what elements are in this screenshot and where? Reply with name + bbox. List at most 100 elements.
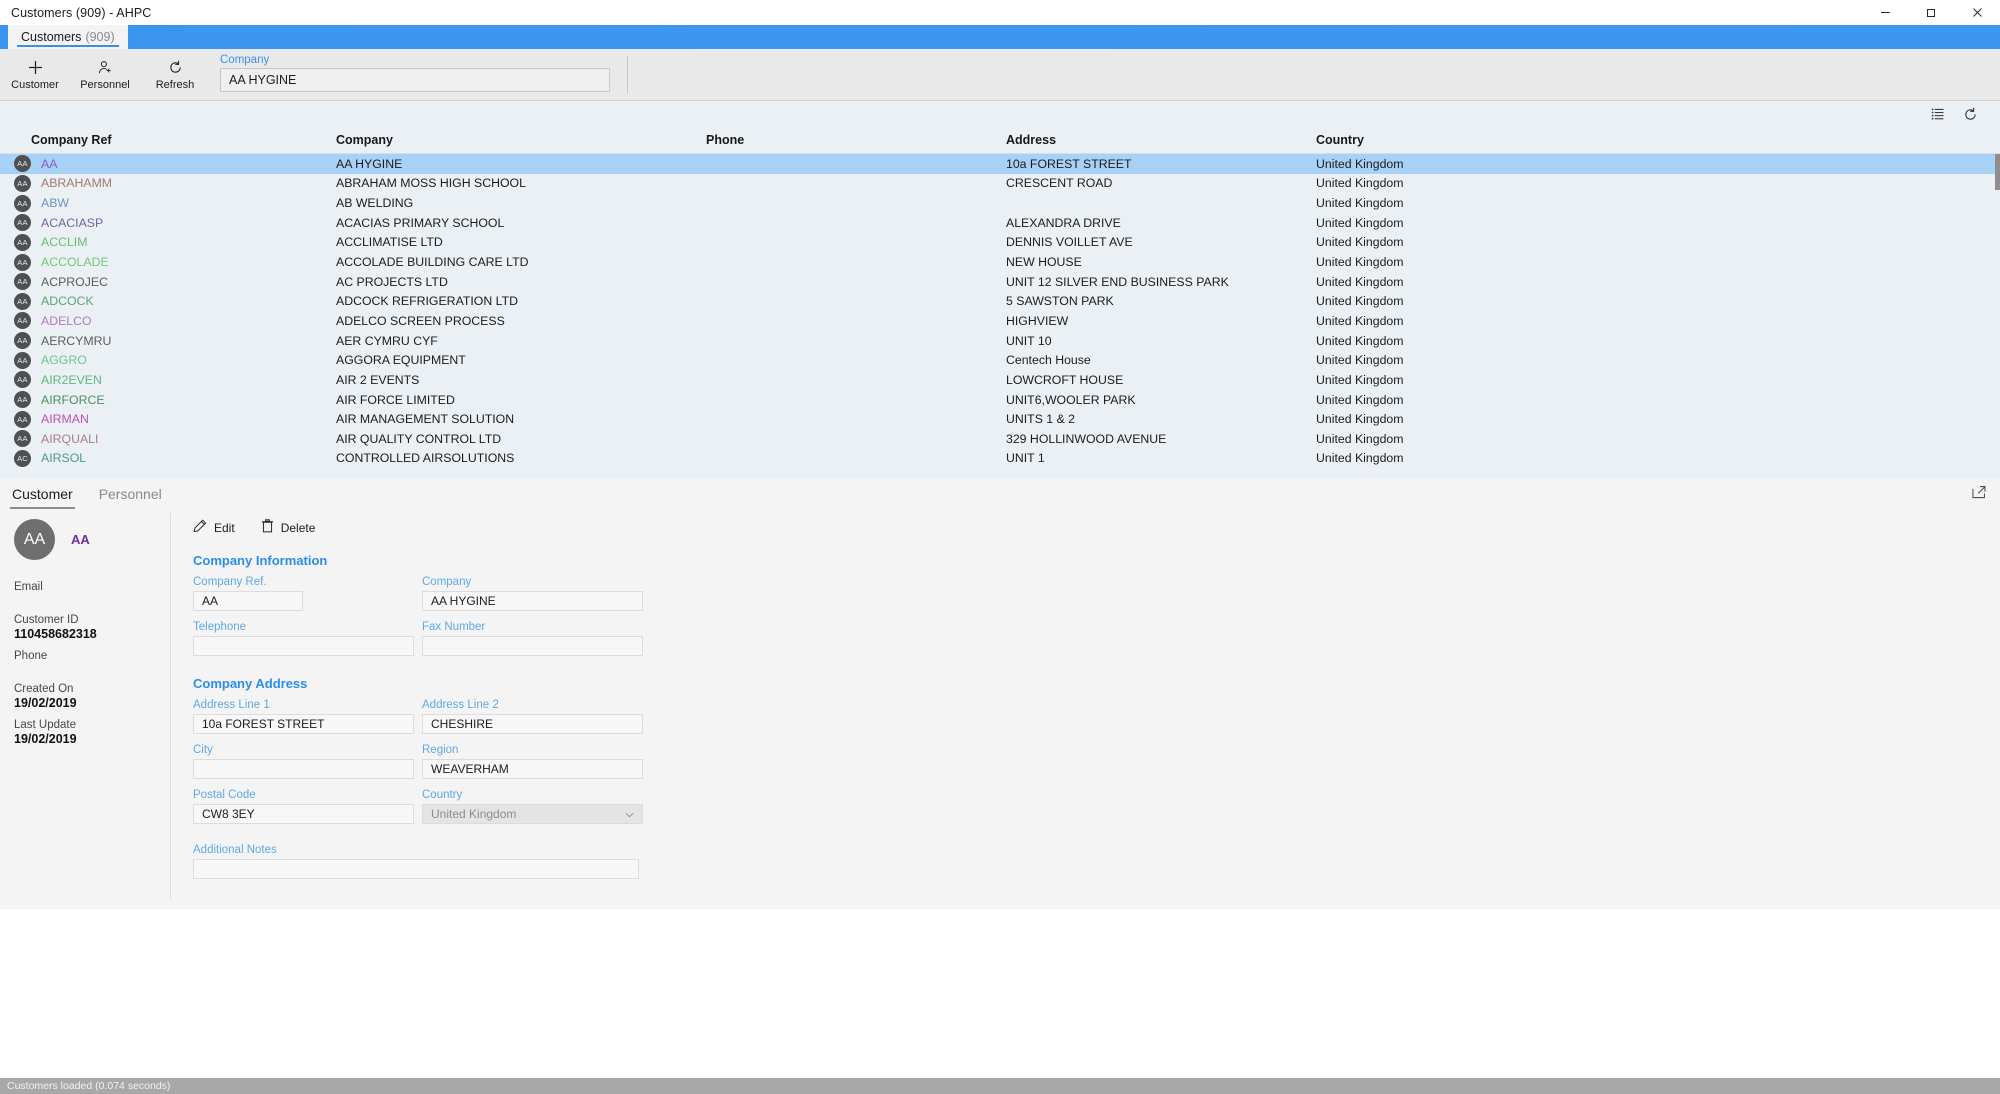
maximize-button[interactable] <box>1908 0 1954 25</box>
column-header-phone[interactable]: Phone <box>706 133 1006 147</box>
table-row[interactable]: AA ABW AB WELDING United Kingdom <box>0 193 2000 213</box>
add-customer-button[interactable]: Customer <box>0 49 70 100</box>
cell-company-ref: AA AIR2EVEN <box>0 371 336 389</box>
country-select-value: United Kingdom <box>431 807 517 821</box>
delete-button[interactable]: Delete <box>261 519 315 536</box>
tab-customers[interactable]: Customers (909) <box>8 25 128 49</box>
cell-address: 329 HOLLINWOOD AVENUE <box>1006 431 1167 446</box>
city-input[interactable] <box>193 759 414 779</box>
region-label: Region <box>422 744 459 756</box>
cell-company-ref: AA ADELCO <box>0 312 336 330</box>
cell-country: United Kingdom <box>1316 274 1404 289</box>
popout-icon[interactable] <box>1972 486 1986 504</box>
search-label: Company <box>220 54 270 66</box>
cell-company: AC PROJECTS LTD <box>336 274 448 289</box>
row-avatar: AA <box>14 233 31 251</box>
company-input[interactable]: AA HYGINE <box>422 591 643 611</box>
cell-company-ref: AA AIRFORCE <box>0 391 336 408</box>
table-row[interactable]: AA AIRFORCE AIR FORCE LIMITED UNIT6,WOOLER … <box>0 390 2000 410</box>
title-bar: Customers (909) - AHPC <box>0 0 2000 25</box>
company-ref-input[interactable]: AA <box>193 591 303 611</box>
address-line-1-input[interactable]: 10a FOREST STREET <box>193 714 414 734</box>
cell-company: AIR FORCE LIMITED <box>336 392 455 407</box>
cell-company-ref-text: AIRFORCE <box>41 392 105 407</box>
address-line-2-input[interactable]: CHESHIRE <box>422 714 643 734</box>
cell-address: Centech House <box>1006 353 1091 368</box>
table-row[interactable]: AA ACCOLADE ACCOLADE BUILDING CARE LTD NEW … <box>0 252 2000 272</box>
telephone-input[interactable] <box>193 636 414 656</box>
cell-company-ref: AA ABW <box>0 194 336 212</box>
field-company: Company AA HYGINE <box>422 576 643 611</box>
window-title: Customers (909) - AHPC <box>11 5 152 20</box>
grid-scrollbar[interactable] <box>1995 154 2000 479</box>
column-header-address[interactable]: Address <box>1006 133 1316 147</box>
cell-company-ref: AA ACCOLADE <box>0 253 336 271</box>
table-row[interactable]: AA ACCLIM ACCLIMATISE LTD DENNIS VOILLET AV… <box>0 233 2000 253</box>
table-row[interactable]: AA AGGRO AGGORA EQUIPMENT Centech House Unit… <box>0 350 2000 370</box>
row-avatar: AA <box>14 371 31 389</box>
form-action-bar: Edit Delete <box>193 519 2000 536</box>
meta-customer-id-label: Customer ID <box>14 614 79 626</box>
region-input[interactable]: WEAVERHAM <box>422 759 643 779</box>
cell-country: United Kingdom <box>1316 451 1404 466</box>
detail-pane: Customer Personnel AA AA Email Customer … <box>0 479 2000 909</box>
table-row[interactable]: AA ACACIASP ACACIAS PRIMARY SCHOOL ALEXANDR… <box>0 213 2000 233</box>
edit-button[interactable]: Edit <box>193 519 235 536</box>
column-header-country[interactable]: Country <box>1316 133 1616 147</box>
cell-company-ref-text: ADCOCK <box>41 294 94 309</box>
table-row[interactable]: AA AERCYMRU AER CYMRU CYF UNIT 10 United Kin… <box>0 331 2000 351</box>
telephone-label: Telephone <box>193 621 247 633</box>
search-input[interactable]: AA HYGINE <box>220 68 610 92</box>
meta-customer-id-value: 110458682318 <box>14 627 97 641</box>
cell-address: NEW HOUSE <box>1006 255 1082 270</box>
cell-country: United Kingdom <box>1316 313 1404 328</box>
fax-input[interactable] <box>422 636 643 656</box>
add-personnel-button[interactable]: Personnel <box>70 49 140 100</box>
meta-phone-label: Phone <box>14 650 48 662</box>
table-row[interactable]: AA AIR2EVEN AIR 2 EVENTS LOWCROFT HOUSE Unit… <box>0 370 2000 390</box>
cell-country: United Kingdom <box>1316 294 1404 309</box>
refresh-button[interactable]: Refresh <box>140 49 210 100</box>
grid-scrollbar-thumb[interactable] <box>1995 154 2000 190</box>
grid-refresh-icon[interactable] <box>1963 107 1978 122</box>
cell-company-ref-text: AIRMAN <box>41 412 89 427</box>
country-select[interactable]: United Kingdom <box>422 804 643 824</box>
telephone-fax-row: Telephone Fax Number <box>193 621 2000 656</box>
cell-company: AIR 2 EVENTS <box>336 372 420 387</box>
table-row[interactable]: AC AIRSOL CONTROLLED AIRSOLUTIONS UNIT 1 Uni… <box>0 449 2000 469</box>
table-row[interactable]: AA AA AA HYGINE 10a FOREST STREET United Kin… <box>0 154 2000 174</box>
minimize-button[interactable] <box>1862 0 1908 25</box>
table-row[interactable]: AA ADELCO ADELCO SCREEN PROCESS HIGHVIEW Uni… <box>0 311 2000 331</box>
postal-code-input[interactable]: CW8 3EY <box>193 804 414 824</box>
meta-phone: Phone <box>14 650 170 662</box>
detail-tab-customer[interactable]: Customer <box>10 482 75 509</box>
table-row[interactable]: AA ADCOCK ADCOCK REFRIGERATION LTD 5 SAWSTO… <box>0 291 2000 311</box>
address-lines-row: Address Line 1 10a FOREST STREET Address… <box>193 699 2000 734</box>
cell-company-ref: AA AIRQUALI <box>0 430 336 448</box>
cell-company-ref-text: ABW <box>41 196 70 211</box>
column-header-company[interactable]: Company <box>336 133 706 147</box>
cell-address: ALEXANDRA DRIVE <box>1006 215 1121 230</box>
cell-country: United Kingdom <box>1316 196 1404 211</box>
table-row[interactable]: AA ABRAHAMM ABRAHAM MOSS HIGH SCHOOL CRESCE… <box>0 174 2000 194</box>
table-row[interactable]: AA AIRMAN AIR MANAGEMENT SOLUTION UNITS 1 &… <box>0 409 2000 429</box>
grid-options-icon[interactable] <box>1931 107 1945 121</box>
column-header-company-ref[interactable]: Company Ref <box>0 133 336 147</box>
cell-address: DENNIS VOILLET AVE <box>1006 235 1133 250</box>
close-button[interactable] <box>1954 0 2000 25</box>
cell-company: AIR MANAGEMENT SOLUTION <box>336 412 515 427</box>
row-avatar: AC <box>14 449 31 467</box>
chevron-down-icon <box>625 807 634 821</box>
additional-notes-input[interactable] <box>193 859 639 879</box>
search-area: Company AA HYGINE <box>220 49 610 100</box>
cell-country: United Kingdom <box>1316 255 1404 270</box>
table-row[interactable]: AA AIRQUALI AIR QUALITY CONTROL LTD 329 HOL… <box>0 429 2000 449</box>
cell-company: AIR QUALITY CONTROL LTD <box>336 431 502 446</box>
table-row[interactable]: AA ACPROJEC AC PROJECTS LTD UNIT 12 SILVER … <box>0 272 2000 292</box>
cell-address: UNIT6,WOOLER PARK <box>1006 392 1136 407</box>
fax-label: Fax Number <box>422 621 486 633</box>
meta-last-update: Last Update 19/02/2019 <box>14 719 170 746</box>
company-label: Company <box>422 576 472 588</box>
address-line-2-label: Address Line 2 <box>422 699 499 711</box>
detail-tab-personnel[interactable]: Personnel <box>97 482 164 506</box>
